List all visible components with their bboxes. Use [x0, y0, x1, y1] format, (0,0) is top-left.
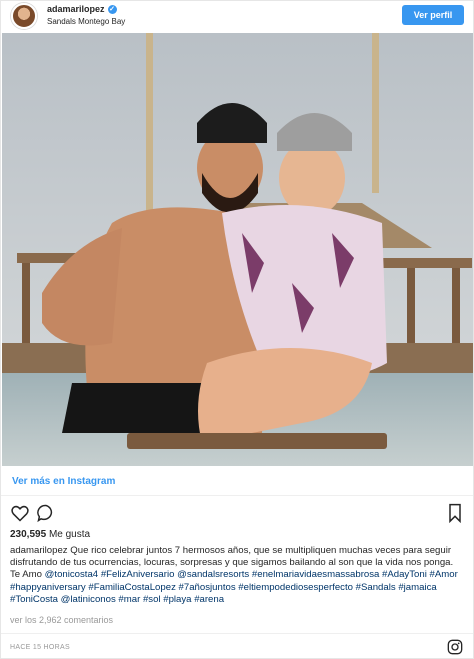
timestamp: HACE 15 HORAS	[10, 644, 70, 651]
post-footer: HACE 15 HORAS	[1, 633, 473, 659]
likes-label: Me gusta	[48, 529, 91, 540]
location[interactable]: Sandals Montego Bay	[47, 17, 125, 26]
verified-badge-icon: ✓	[107, 5, 117, 15]
caption-tag[interactable]: #FamiliaCostaLopez	[88, 582, 175, 593]
caption-tag[interactable]: @tonicosta4	[45, 569, 98, 580]
caption-tag[interactable]: #AdayToni	[382, 569, 427, 580]
caption-tag[interactable]: #happyaniversary	[10, 582, 86, 593]
likes-count[interactable]: 230,595 Me gusta	[10, 529, 90, 540]
caption-tag[interactable]: #ToniCosta	[10, 594, 58, 605]
view-more-bar[interactable]: Ver más en Instagram	[1, 466, 473, 496]
instagram-embed: adamarilopez ✓ Sandals Montego Bay Ver pe…	[0, 0, 474, 659]
caption-tag[interactable]: #sol	[143, 594, 161, 605]
view-profile-button[interactable]: Ver perfil	[402, 5, 464, 25]
caption-tag[interactable]: @sandalsresorts	[177, 569, 249, 580]
likes-number: 230,595	[10, 529, 47, 540]
caption-tag[interactable]: #arena	[194, 594, 224, 605]
action-bar	[1, 501, 473, 525]
photo-illustration	[2, 33, 473, 466]
heart-icon[interactable]	[10, 503, 30, 523]
view-more-link[interactable]: Ver más en Instagram	[12, 476, 115, 487]
caption-tag[interactable]: #Sandals	[356, 582, 396, 593]
caption-tag[interactable]: #FelizAniversario	[101, 569, 175, 580]
instagram-icon[interactable]	[447, 639, 463, 655]
bookmark-icon[interactable]	[445, 503, 465, 523]
caption: adamarilopez Que rico celebrar juntos 7 …	[10, 545, 465, 606]
caption-tag[interactable]: #jamaica	[398, 582, 436, 593]
caption-username[interactable]: adamarilopez	[10, 545, 68, 556]
caption-tag[interactable]: #mar	[118, 594, 140, 605]
avatar[interactable]	[11, 3, 37, 29]
username[interactable]: adamarilopez	[47, 4, 105, 14]
post-header: adamarilopez ✓ Sandals Montego Bay Ver pe…	[1, 1, 473, 31]
comment-icon[interactable]	[36, 503, 56, 523]
post-photo[interactable]	[2, 33, 473, 466]
caption-tag[interactable]: #7añosjuntos	[179, 582, 236, 593]
username-row[interactable]: adamarilopez ✓	[47, 4, 117, 15]
caption-tag[interactable]: @latiniconos	[61, 594, 116, 605]
view-comments-link[interactable]: ver los 2,962 comentarios	[10, 615, 113, 625]
caption-tag[interactable]: #Amor	[430, 569, 458, 580]
caption-tag[interactable]: #enelmariavidaesmassabrosa	[252, 569, 379, 580]
caption-tag[interactable]: #eltiempodediosesperfecto	[238, 582, 353, 593]
caption-tag[interactable]: #playa	[163, 594, 191, 605]
